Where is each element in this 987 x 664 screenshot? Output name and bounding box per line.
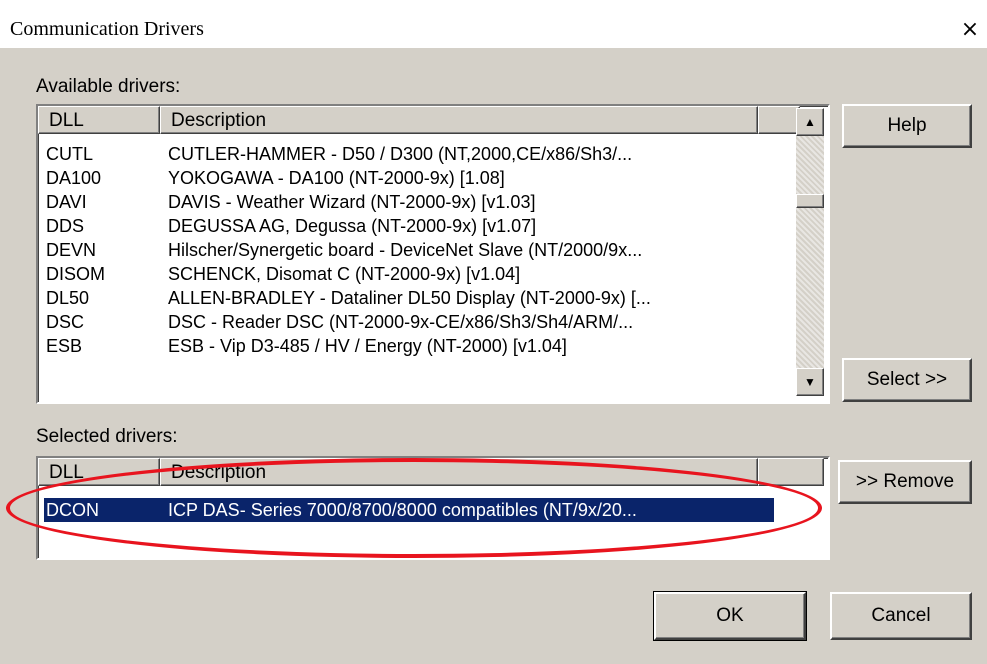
help-button[interactable]: Help bbox=[842, 104, 972, 148]
column-header-description[interactable]: Description bbox=[160, 106, 758, 134]
available-drivers-list[interactable]: DLL Description CUTL CUTLER-HAMMER - D50 … bbox=[36, 104, 830, 404]
window-title: Communication Drivers bbox=[10, 18, 204, 40]
table-row-selected[interactable]: DCON ICP DAS- Series 7000/8700/8000 comp… bbox=[43, 497, 775, 523]
select-button[interactable]: Select >> bbox=[842, 358, 972, 402]
close-icon[interactable]: × bbox=[958, 18, 982, 42]
selected-drivers-list[interactable]: DLL Description DCON ICP DAS- Series 700… bbox=[36, 456, 830, 560]
title-bar[interactable]: Communication Drivers × bbox=[0, 0, 987, 48]
column-header-description[interactable]: Description bbox=[160, 458, 758, 486]
column-header-dll[interactable]: DLL bbox=[38, 458, 160, 486]
cancel-button[interactable]: Cancel bbox=[830, 592, 972, 640]
scrollbar-thumb[interactable] bbox=[796, 194, 824, 208]
column-header-blank[interactable] bbox=[758, 106, 800, 134]
ok-button[interactable]: OK bbox=[653, 591, 807, 641]
vertical-scrollbar[interactable]: ▲ ▼ bbox=[796, 108, 824, 396]
available-drivers-label: Available drivers: bbox=[36, 76, 181, 97]
column-header-dll[interactable]: DLL bbox=[38, 106, 160, 134]
column-header-blank[interactable] bbox=[758, 458, 824, 486]
scroll-down-icon[interactable]: ▼ bbox=[796, 368, 824, 396]
scroll-up-icon[interactable]: ▲ bbox=[796, 108, 824, 136]
selected-drivers-label: Selected drivers: bbox=[36, 426, 178, 447]
remove-button[interactable]: >> Remove bbox=[838, 460, 972, 504]
